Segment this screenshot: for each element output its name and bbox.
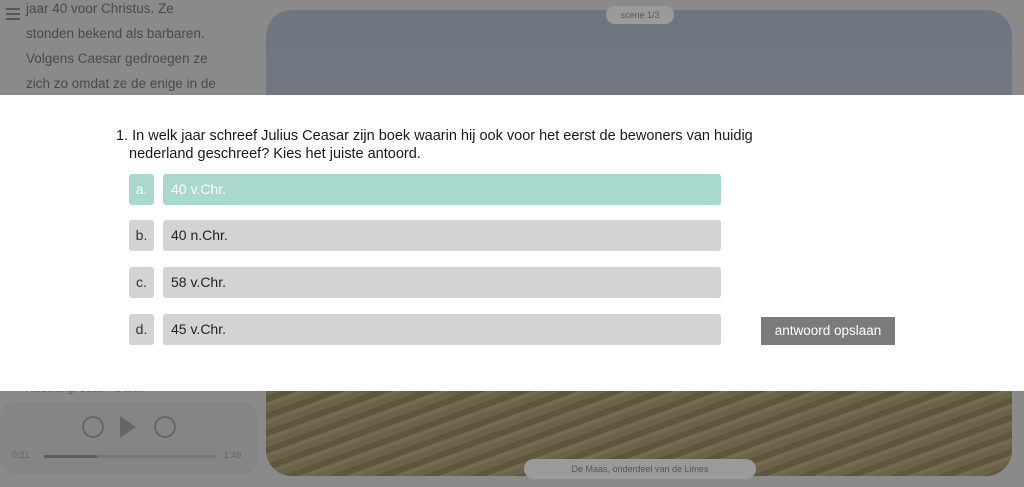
quiz-modal: 1. In welk jaar schreef Julius Ceasar zi… [0, 95, 1024, 391]
option-a[interactable]: a. 40 v.Chr. [129, 174, 722, 205]
option-letter[interactable]: a. [129, 174, 154, 205]
option-d[interactable]: d. 45 v.Chr. [129, 314, 722, 345]
option-answer[interactable]: 40 v.Chr. [163, 174, 721, 205]
forward-icon[interactable] [154, 416, 176, 438]
story-line: zich zo omdat ze de enige in de [26, 76, 216, 91]
option-letter[interactable]: d. [129, 314, 154, 345]
location-label: De Maas, onderdeel van de Limes [524, 459, 756, 479]
option-answer[interactable]: 40 n.Chr. [163, 220, 721, 251]
option-b[interactable]: b. 40 n.Chr. [129, 220, 722, 251]
audio-time-total: 1:49 [224, 450, 242, 460]
audio-player: 0:21 1:49 [0, 402, 258, 474]
audio-time-current: 0:21 [12, 450, 30, 460]
option-c[interactable]: c. 58 v.Chr. [129, 267, 722, 298]
question-text: 1. In welk jaar schreef Julius Ceasar zi… [116, 128, 753, 162]
rewind-icon[interactable] [82, 416, 104, 438]
option-letter[interactable]: b. [129, 220, 154, 251]
audio-progress-bar[interactable] [44, 455, 216, 458]
story-text: jaar 40 voor Christus. Ze stonden bekend… [26, 0, 236, 96]
play-icon[interactable] [120, 416, 136, 438]
menu-icon[interactable] [6, 8, 20, 20]
scene-badge: scene 1/3 [606, 6, 674, 24]
story-line: Volgens Caesar gedroegen ze [26, 51, 208, 66]
save-answer-button[interactable]: antwoord opslaan [761, 317, 895, 345]
story-line: jaar 40 voor Christus. Ze [26, 1, 174, 16]
option-letter[interactable]: c. [129, 267, 154, 298]
audio-progress-fill [44, 455, 98, 458]
story-line: stonden bekend als barbaren. [26, 26, 205, 41]
option-answer[interactable]: 45 v.Chr. [163, 314, 721, 345]
option-answer[interactable]: 58 v.Chr. [163, 267, 721, 298]
